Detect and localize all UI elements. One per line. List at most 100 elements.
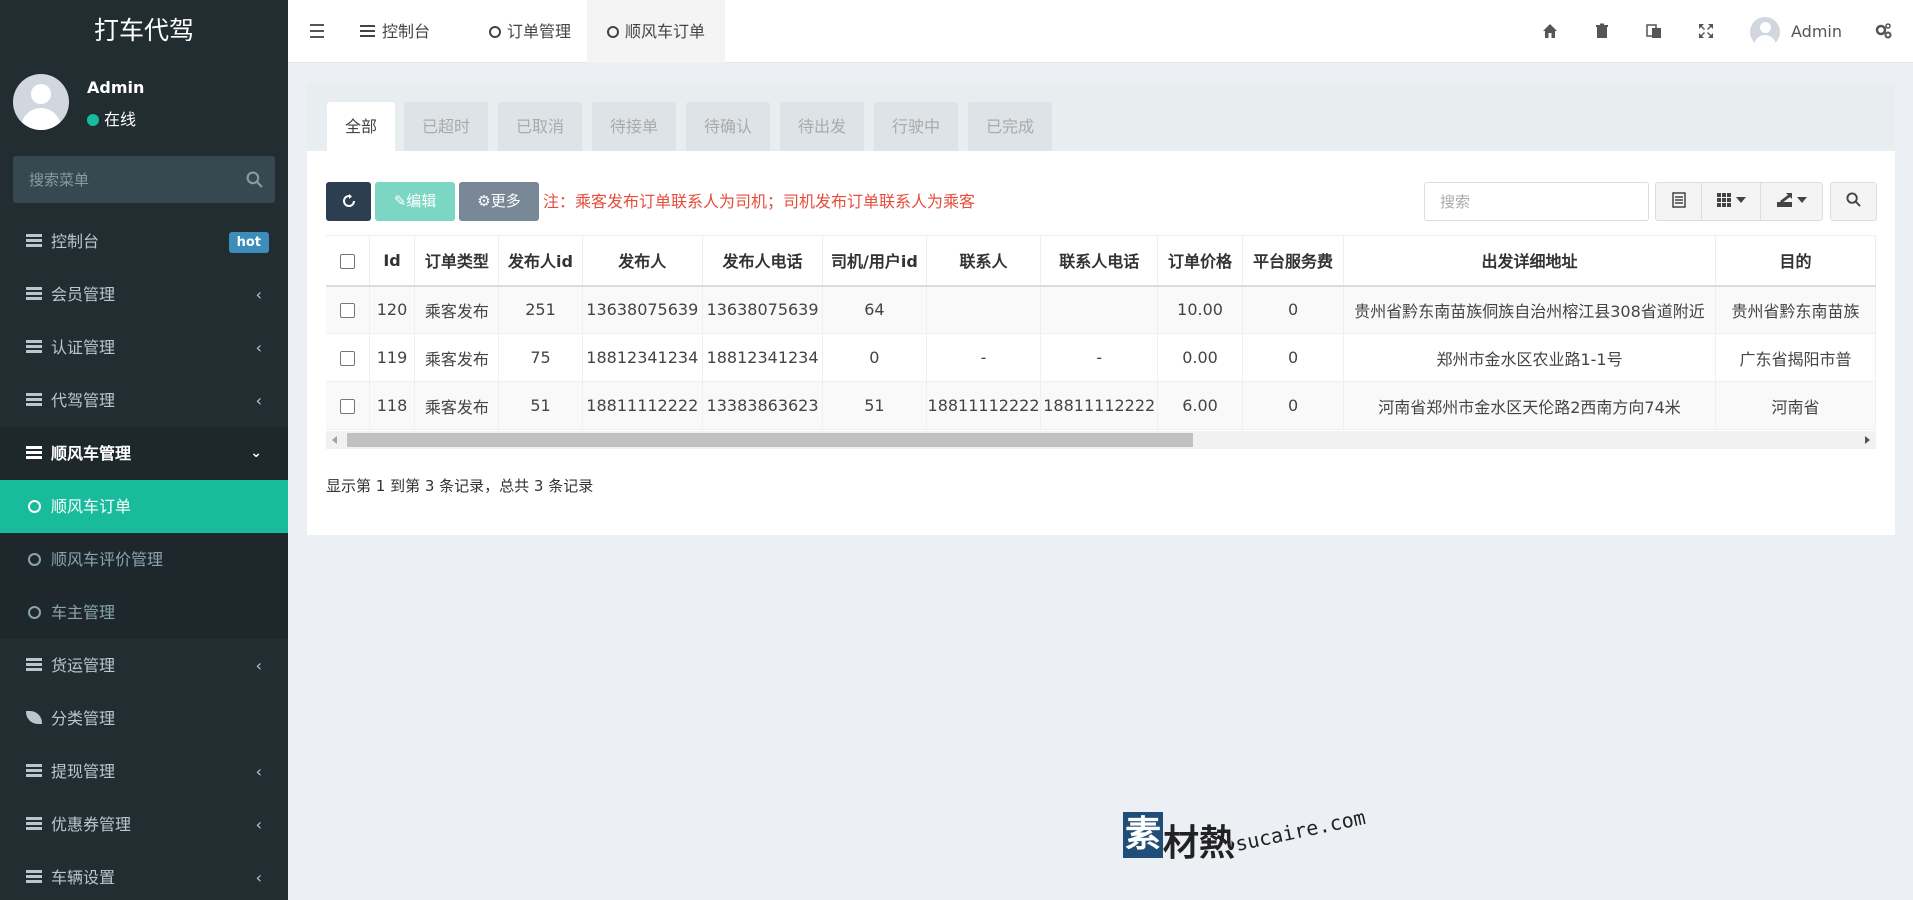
column-header[interactable]: 订单类型 xyxy=(414,235,500,287)
status-tab-cancelled[interactable]: 已取消 xyxy=(498,102,583,151)
table-row[interactable]: 119 乘客发布 75 18812341234 18812341234 0 - … xyxy=(326,333,1876,382)
column-header[interactable]: 发布人电话 xyxy=(702,235,824,287)
sidebar-item-label: 优惠券管理 xyxy=(51,815,132,834)
edit-button[interactable]: ✎编辑 xyxy=(375,182,455,221)
export-dropdown-button[interactable] xyxy=(1760,182,1823,221)
circle-icon xyxy=(28,500,41,513)
gear-icon: ⚙ xyxy=(477,192,491,210)
tab-carpool-orders[interactable]: 顺风车订单 xyxy=(587,0,726,63)
tab-order-management[interactable]: 订单管理 xyxy=(473,0,587,63)
watermark-cn: 材熱 xyxy=(1163,823,1236,864)
table-cell xyxy=(1040,285,1159,334)
notice-text: 注：乘客发布订单联系人为司机；司机发布订单联系人为乘客 xyxy=(543,192,976,211)
table-cell: 119 xyxy=(369,333,416,382)
status-tab-awaiting-confirm[interactable]: 待确认 xyxy=(686,102,771,151)
sidebar-menu: 控制台 hot 会员管理 ‹ 认证管理 ‹ 代驾管理 ‹ 顺风车管理 ⌄ 顺风车… xyxy=(0,215,288,900)
list-icon xyxy=(26,287,42,301)
column-header[interactable]: Id xyxy=(369,235,416,287)
table-cell: - xyxy=(1040,333,1159,382)
select-all-checkbox[interactable] xyxy=(339,253,355,269)
brand-title[interactable]: 打车代驾 xyxy=(0,0,288,62)
tab-label: 顺风车订单 xyxy=(625,22,706,41)
sidebar-item-certification[interactable]: 认证管理 ‹ xyxy=(0,321,288,374)
scrollbar-thumb[interactable] xyxy=(347,433,1193,447)
chevron-left-icon: ‹ xyxy=(255,338,262,357)
table-row[interactable]: 118 乘客发布 51 18811112222 13383863623 51 1… xyxy=(326,381,1876,430)
fullscreen-icon[interactable] xyxy=(1696,21,1716,41)
column-header[interactable]: 平台服务费 xyxy=(1242,235,1345,287)
column-header[interactable]: 联系人 xyxy=(926,235,1042,287)
refresh-button[interactable] xyxy=(326,182,371,221)
row-checkbox[interactable] xyxy=(339,303,355,319)
status-tab-awaiting-accept[interactable]: 待接单 xyxy=(592,102,677,151)
trash-icon[interactable] xyxy=(1592,21,1612,41)
table-row[interactable]: 120 乘客发布 251 13638075639 13638075639 64 … xyxy=(326,285,1876,334)
column-header[interactable]: 目的 xyxy=(1715,235,1876,287)
sidebar-item-coupons[interactable]: 优惠券管理 ‹ xyxy=(0,798,288,851)
status-tab-completed[interactable]: 已完成 xyxy=(968,102,1053,151)
status-tab-in-transit[interactable]: 行驶中 xyxy=(874,102,959,151)
scroll-left-arrow-icon[interactable] xyxy=(332,436,337,444)
row-checkbox[interactable] xyxy=(339,351,355,366)
sidebar-item-dashboard[interactable]: 控制台 hot xyxy=(0,215,288,268)
column-header[interactable]: 发布人id xyxy=(498,235,583,287)
sidebar-item-categories[interactable]: 分类管理 xyxy=(0,692,288,745)
row-select-cell xyxy=(326,333,370,382)
table-cell: 18812341234 xyxy=(582,333,703,382)
orders-table: Id 订单类型 发布人id 发布人 发布人电话 司机/用户id 联系人 联系人电… xyxy=(326,235,1876,430)
column-header[interactable]: 订单价格 xyxy=(1157,235,1244,287)
list-icon xyxy=(26,393,42,407)
gears-icon[interactable] xyxy=(1873,21,1893,41)
sidebar-item-label: 车辆设置 xyxy=(51,868,116,887)
sidebar-item-carpool-orders[interactable]: 顺风车订单 xyxy=(0,480,288,533)
tab-label: 控制台 xyxy=(382,22,431,41)
horizontal-scrollbar[interactable] xyxy=(326,431,1876,449)
chevron-left-icon: ‹ xyxy=(255,762,262,781)
chevron-left-icon: ‹ xyxy=(255,656,262,675)
more-button[interactable]: ⚙更多 xyxy=(459,182,539,221)
circle-icon xyxy=(28,606,41,619)
status-tab-all[interactable]: 全部 xyxy=(327,102,396,151)
sidebar-item-withdrawals[interactable]: 提现管理 ‹ xyxy=(0,745,288,798)
sidebar-item-label: 顺风车管理 xyxy=(51,444,132,463)
column-header[interactable]: 司机/用户id xyxy=(822,235,927,287)
column-header[interactable]: 出发详细地址 xyxy=(1343,235,1716,287)
home-icon[interactable] xyxy=(1540,21,1560,41)
chevron-left-icon: ‹ xyxy=(255,815,262,834)
top-header: 控制台 订单管理 顺风车订单 Admin xyxy=(288,0,1913,63)
sidebar-search xyxy=(13,156,275,203)
sidebar-item-label: 代驾管理 xyxy=(51,391,116,410)
table-cell: 乘客发布 xyxy=(414,381,500,430)
menu-toggle-icon[interactable] xyxy=(310,24,324,38)
columns-dropdown-button[interactable] xyxy=(1701,182,1761,221)
sidebar-item-carpool-reviews[interactable]: 顺风车评价管理 xyxy=(0,533,288,586)
column-header[interactable]: 发布人 xyxy=(582,235,703,287)
sidebar-item-car-owners[interactable]: 车主管理 xyxy=(0,586,288,639)
sidebar-item-carpool[interactable]: 顺风车管理 ⌄ xyxy=(0,427,288,480)
sidebar: 打车代驾 Admin 在线 控制台 hot 会员管理 ‹ 认证管理 ‹ 代驾管理… xyxy=(0,0,288,900)
table-cell: 河南省 xyxy=(1715,381,1876,430)
scroll-right-arrow-icon[interactable] xyxy=(1865,436,1870,444)
sidebar-search-input[interactable] xyxy=(13,156,233,203)
sidebar-item-vehicle-settings[interactable]: 车辆设置 ‹ xyxy=(0,851,288,900)
tab-dashboard[interactable]: 控制台 xyxy=(344,0,446,63)
column-header[interactable]: 联系人电话 xyxy=(1040,235,1159,287)
sidebar-item-designated-driver[interactable]: 代驾管理 ‹ xyxy=(0,374,288,427)
status-tab-timeout[interactable]: 已超时 xyxy=(404,102,489,151)
row-checkbox[interactable] xyxy=(339,399,355,414)
list-icon xyxy=(26,340,42,354)
search-icon[interactable] xyxy=(246,171,263,188)
table-cell: 118 xyxy=(369,381,416,430)
toggle-view-button[interactable] xyxy=(1655,182,1702,221)
sidebar-item-members[interactable]: 会员管理 ‹ xyxy=(0,268,288,321)
status-tab-awaiting-departure[interactable]: 待出发 xyxy=(780,102,865,151)
sidebar-item-freight[interactable]: 货运管理 ‹ xyxy=(0,639,288,692)
table-search-input[interactable] xyxy=(1424,182,1649,221)
admin-avatar[interactable] xyxy=(1750,17,1780,47)
translate-icon[interactable] xyxy=(1644,21,1664,41)
watermark-box: 素 xyxy=(1123,812,1163,858)
chevron-left-icon: ‹ xyxy=(255,868,262,887)
admin-name[interactable]: Admin xyxy=(1791,0,1842,63)
sidebar-item-label: 认证管理 xyxy=(51,338,116,357)
search-button[interactable] xyxy=(1830,182,1877,221)
